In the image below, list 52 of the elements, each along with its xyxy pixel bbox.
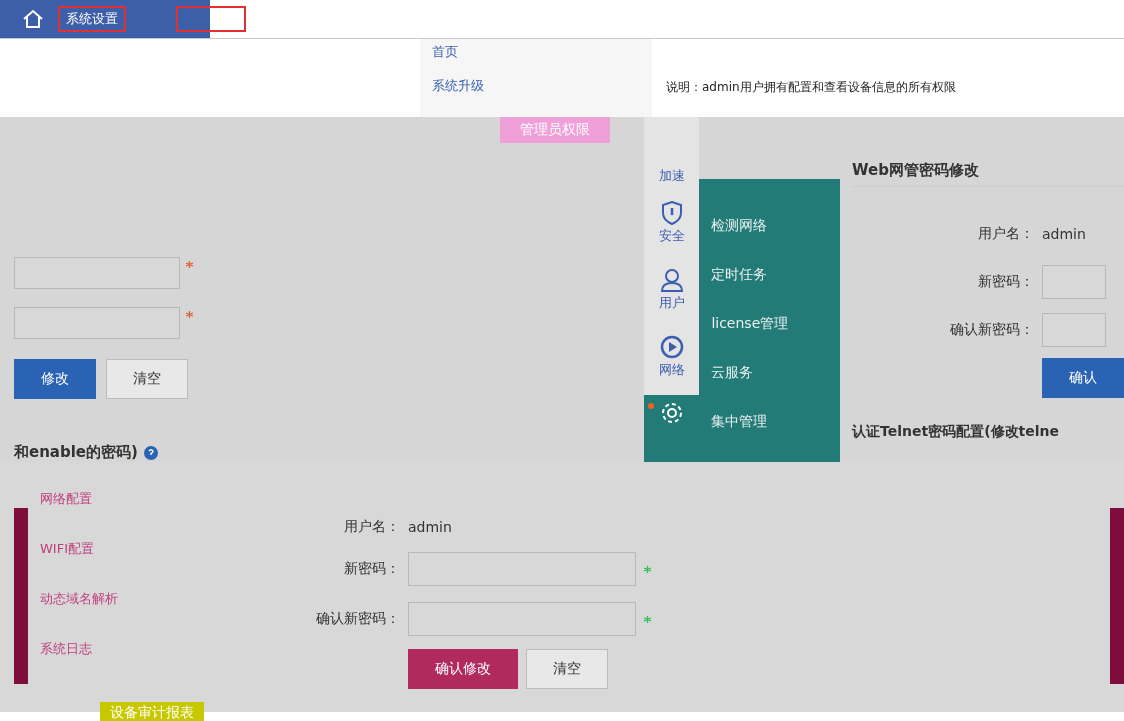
admin-badge: 管理员权限 [500,117,610,143]
nav-link[interactable]: 首页 [432,43,652,61]
rail-item[interactable]: 用户 [643,262,700,329]
nav-link[interactable]: 系统升级 [432,77,652,95]
menu-item[interactable]: 定时任务 [699,266,840,315]
top-tab[interactable]: 系统设置 [58,6,126,32]
rail-item[interactable]: 网络 [643,328,700,396]
menu-item[interactable]: license管理 [699,315,840,364]
active-dot-icon [647,403,654,410]
rail-item[interactable]: 安全 [643,195,700,263]
section-title: 和enable的密码) [14,443,138,462]
field-label: 确认新密码： [315,610,400,628]
top-tab[interactable] [176,6,246,32]
menu-item[interactable]: 云服务 [699,364,840,413]
confirm-button[interactable]: 确认 [1042,358,1124,398]
settings-icon [659,401,684,426]
shield-icon [660,201,683,226]
menu-item[interactable]: 网络配置 [40,490,180,508]
username-value: admin [1042,226,1086,242]
input-field[interactable] [408,552,636,586]
required-star-icon [186,261,193,268]
menu-item[interactable]: 动态域名解析 [40,590,180,608]
menu-item[interactable]: 系统日志 [40,640,180,658]
required-star-icon [644,565,651,573]
menu-item[interactable]: WIFI配置 [40,540,180,558]
input-field[interactable] [1042,265,1106,299]
input-field[interactable] [408,602,636,636]
menu-item[interactable]: 集中管理 [699,413,840,462]
play-icon [659,334,684,359]
field-label: 用户名： [977,225,1034,243]
permission-note: 说明：admin用户拥有配置和查看设备信息的所有权限 [665,79,957,96]
form-button[interactable]: 清空 [526,649,608,689]
user-icon [659,268,684,293]
menu-item[interactable]: 检测网络 [699,217,840,266]
input-field[interactable] [14,307,180,339]
form-button[interactable]: 修改 [14,359,96,399]
input-field[interactable] [14,257,180,289]
form-button[interactable]: 确认修改 [408,649,518,689]
home-icon[interactable] [22,9,44,29]
section-title: Web网管密码修改 [852,161,1124,187]
field-label: 新密码： [977,273,1034,291]
field-label: 确认新密码： [949,321,1034,339]
form-button[interactable]: 清空 [106,359,188,399]
section-title: 认证Telnet密码配置(修改telne [852,423,1060,441]
required-star-icon [186,311,193,318]
field-label: 新密码： [343,560,400,578]
rail-item[interactable]: 加速 [643,167,700,196]
required-star-icon [644,615,651,623]
help-icon[interactable] [143,445,158,460]
input-field[interactable] [1042,313,1106,347]
field-label: 用户名： [343,518,400,536]
username-value: admin [408,519,452,535]
